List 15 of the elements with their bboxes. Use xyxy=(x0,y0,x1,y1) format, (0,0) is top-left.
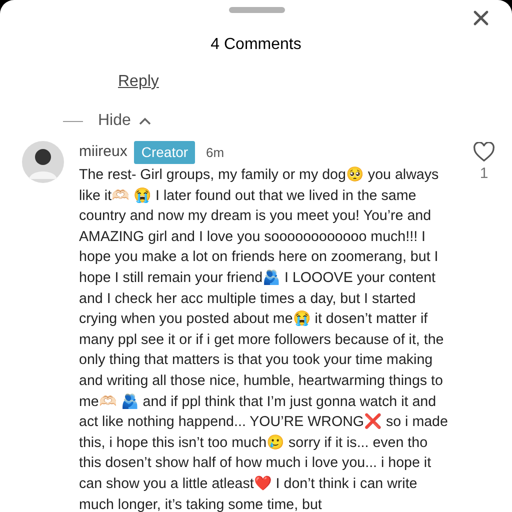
close-button[interactable] xyxy=(472,9,490,27)
sheet-title: 4 Comments xyxy=(210,35,302,55)
like-count: 1 xyxy=(480,164,488,184)
chevron-icon xyxy=(138,117,151,125)
drag-handle[interactable] xyxy=(229,7,285,13)
hide-replies-toggle[interactable]: Hide xyxy=(98,109,151,133)
comment-time: 6m xyxy=(206,144,224,162)
creator-badge: Creator xyxy=(134,141,196,164)
close-icon xyxy=(473,10,489,26)
like-button[interactable] xyxy=(473,142,495,162)
reply-link[interactable]: Reply xyxy=(118,73,159,90)
username[interactable]: miireux xyxy=(79,141,128,164)
heart-icon xyxy=(473,142,495,162)
comment-text: The rest- Girl groups, my family or my dog🥺 you always like it🫶🏻 😭 I later found out that we lived in the same country and now my dream is you meet you! You’re and AMAZING girl and I love you soooooooooooo much!!! I hope you make a lot on friends here on zoomerang, but I hope I still remain your friend🫂 I LOOOVE your content and I check her acc multiple times a day, but I started crying when you posted about me😭 it dosen’t matter if many ppl see it or if i get more followers because of it, the only thing that matters is that you took your time making and writing all those nice, humble, heartwarming things to me🫶🏻 🫂 and if ppl think that I’m just gonna watch it and act like nothing happend... YOU’RE WRONG❌ so i made this, i hope this isn’t too much🥲 sorry if it is... even tho this dosen’t show half of how much i love you... i hope it can show you a little atleast❤ I don’t think i can write much longer, it’s taking some time, but xyxy=(79,166,449,512)
avatar xyxy=(22,141,64,183)
